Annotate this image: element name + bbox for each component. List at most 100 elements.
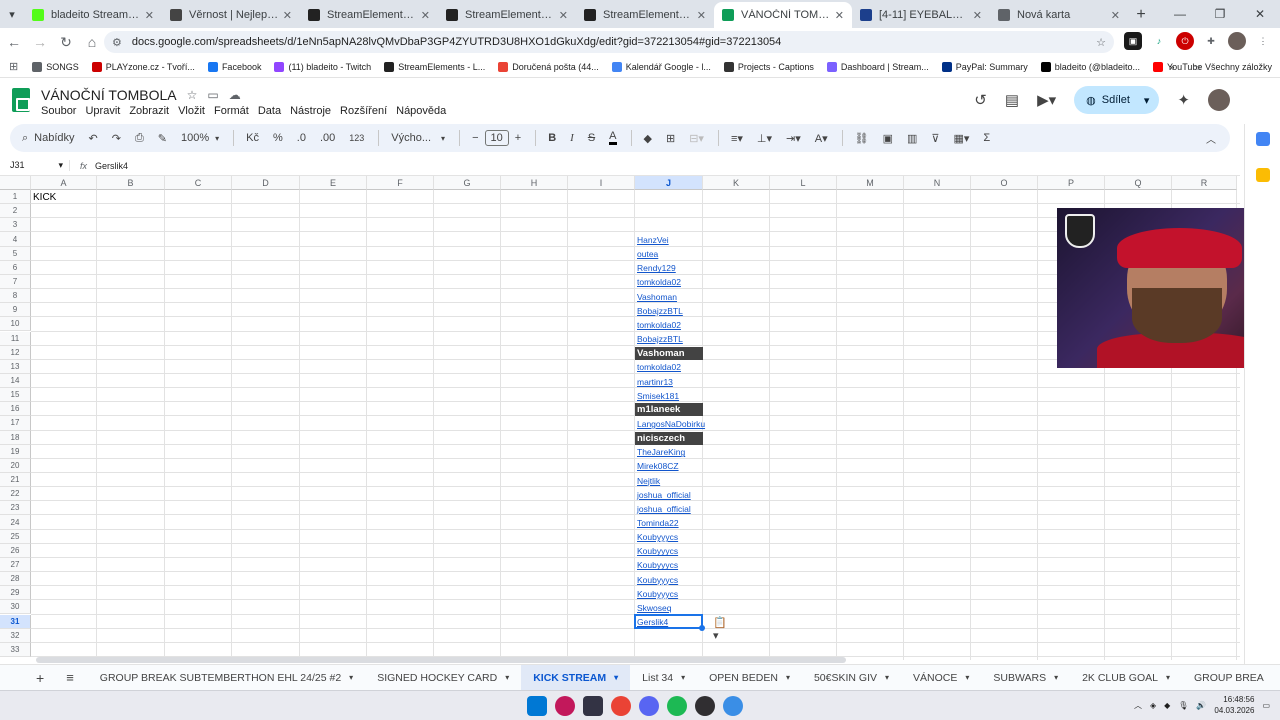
cell-j-entry[interactable]: Skwoseq — [635, 601, 672, 614]
row-header[interactable]: 31 — [0, 614, 31, 629]
maximize-icon[interactable]: ❐ — [1200, 0, 1240, 28]
browser-tab[interactable]: bladeito Stream - Watch l ✕ — [24, 2, 162, 28]
insert-link-icon[interactable]: ⛓ — [855, 132, 869, 145]
notifications-icon[interactable]: ▭ — [1262, 701, 1270, 710]
column-header[interactable]: R — [1172, 176, 1237, 190]
row-header[interactable]: 24 — [0, 515, 31, 530]
row-header[interactable]: 3 — [0, 218, 31, 233]
row-header[interactable]: 30 — [0, 600, 31, 615]
bookmark-star-icon[interactable]: ☆ — [1096, 36, 1106, 49]
font-select[interactable]: Výcho... ▾ — [391, 132, 445, 144]
row-header[interactable]: 5 — [0, 246, 31, 261]
cell-j-entry[interactable]: Koubyyycs — [635, 559, 678, 572]
paint-format-icon[interactable]: ✎ — [158, 132, 167, 145]
row-header[interactable]: 1 — [0, 190, 31, 205]
row-header[interactable]: 20 — [0, 458, 31, 473]
row-header[interactable]: 4 — [0, 232, 31, 247]
browser-tab[interactable]: StreamElements - bladeit ✕ — [576, 2, 714, 28]
column-header[interactable]: E — [300, 176, 367, 190]
bookmark-item[interactable]: Kalendář Google - l... — [611, 61, 711, 72]
row-header[interactable]: 9 — [0, 303, 31, 318]
cell-a1[interactable]: KICK — [31, 190, 56, 204]
sheet-tab[interactable]: 50€SKIN GIV ▾ — [802, 665, 901, 691]
chevron-down-icon[interactable]: ▾ — [885, 673, 889, 682]
discord-icon[interactable] — [639, 696, 659, 716]
user-avatar[interactable] — [1208, 89, 1230, 111]
font-size-input[interactable]: 10 — [484, 130, 509, 146]
column-header[interactable]: G — [434, 176, 501, 190]
cell-j-entry[interactable]: m1laneek — [635, 403, 703, 417]
horizontal-scrollbar[interactable] — [36, 657, 846, 663]
obs-icon[interactable] — [695, 696, 715, 716]
cell-j-entry[interactable]: Smisek181 — [635, 389, 679, 402]
fill-color-icon[interactable]: ◆ — [644, 132, 652, 145]
column-header[interactable]: Q — [1105, 176, 1172, 190]
bookmark-item[interactable]: PLAYzone.cz - Tvoří... — [91, 61, 195, 72]
document-title[interactable]: VÁNOČNÍ TOMBOLA — [41, 87, 177, 103]
sheet-tab[interactable]: SUBWARS ▾ — [981, 665, 1070, 691]
insert-comment-icon[interactable]: ▣ — [883, 132, 893, 145]
menu-item[interactable]: Formát — [214, 105, 249, 117]
row-header[interactable]: 32 — [0, 628, 31, 643]
column-header[interactable]: K — [703, 176, 770, 190]
row-header[interactable]: 6 — [0, 260, 31, 275]
search-menus[interactable]: ⌕ Nabídky — [22, 132, 75, 145]
chevron-down-icon[interactable]: ▾ — [349, 673, 353, 682]
paste-options-icon[interactable]: 📋 ▾ — [713, 616, 727, 642]
bookmark-item[interactable]: bladeito (@bladeito... — [1040, 61, 1140, 72]
row-header[interactable]: 33 — [0, 642, 31, 657]
cell-j-entry[interactable]: BobajzzBTL — [635, 304, 683, 317]
row-header[interactable]: 11 — [0, 331, 31, 346]
row-header[interactable]: 27 — [0, 557, 31, 573]
menu-item[interactable]: Zobrazit — [129, 105, 169, 117]
column-header[interactable]: M — [837, 176, 904, 190]
cell-j-entry[interactable]: TheJareKing — [635, 446, 685, 459]
menu-item[interactable]: Soubor — [41, 105, 76, 117]
minimize-icon[interactable]: — — [1160, 0, 1200, 28]
sheet-tab[interactable]: 2K CLUB GOAL ▾ — [1070, 665, 1182, 691]
add-sheet-icon[interactable]: + — [0, 665, 58, 691]
merge-cells-icon[interactable]: ⊟▾ — [689, 132, 704, 145]
calendar-icon[interactable] — [1256, 132, 1270, 146]
sheet-tab[interactable]: List 34 ▾ — [630, 665, 697, 691]
app-icon[interactable] — [555, 696, 575, 716]
cell-j-entry[interactable]: HanzVei — [635, 233, 669, 246]
sheets-logo-icon[interactable] — [12, 88, 30, 112]
more-bookmarks-icon[interactable]: » — [1169, 62, 1174, 72]
meet-camera-icon[interactable]: ▶▾ — [1037, 91, 1056, 109]
extension-icon[interactable]: ⏻ — [1176, 32, 1194, 50]
column-header[interactable]: O — [971, 176, 1038, 190]
row-header[interactable]: 22 — [0, 487, 31, 502]
scroll-tabs-left-icon[interactable]: ‹ — [1276, 665, 1280, 691]
cell-j-entry[interactable]: Koubyyycs — [635, 587, 678, 600]
row-header[interactable]: 12 — [0, 345, 31, 360]
close-tab-icon[interactable]: ✕ — [283, 9, 292, 22]
close-tab-icon[interactable]: ✕ — [145, 9, 154, 22]
cell-j-entry[interactable]: Vashoman — [635, 290, 677, 303]
menu-item[interactable]: Nástroje — [290, 105, 331, 117]
menu-item[interactable]: Nápověda — [396, 105, 446, 117]
text-wrap-icon[interactable]: ⇥▾ — [786, 132, 801, 145]
spotify-icon[interactable] — [667, 696, 687, 716]
bookmark-item[interactable]: StreamElements - L... — [384, 61, 485, 72]
close-tab-icon[interactable]: ✕ — [697, 9, 706, 22]
bookmark-item[interactable]: Doručená pošta (44... — [498, 61, 599, 72]
all-sheets-icon[interactable]: ≡ — [58, 665, 88, 691]
text-color-button[interactable]: A — [609, 131, 617, 145]
row-header[interactable]: 26 — [0, 543, 31, 558]
column-header[interactable]: C — [165, 176, 232, 190]
cell-j-entry[interactable]: joshua_official — [635, 488, 691, 501]
chevron-down-icon[interactable]: ▾ — [614, 673, 618, 682]
row-header[interactable]: 17 — [0, 416, 31, 431]
row-header[interactable]: 25 — [0, 529, 31, 544]
cell-j-entry[interactable]: Koubyyycs — [635, 545, 678, 558]
bookmark-item[interactable]: PayPal: Summary — [941, 61, 1028, 72]
undo-icon[interactable]: ↶ — [89, 132, 98, 145]
cell-j-entry[interactable]: Rendy129 — [635, 262, 676, 275]
extensions-puzzle-icon[interactable]: ✚ — [1202, 32, 1220, 50]
formula-input[interactable]: Gerslik4 — [95, 161, 128, 171]
column-header[interactable]: I — [568, 176, 635, 190]
cell-j-entry[interactable]: Mirek08CZ — [635, 460, 679, 473]
collapse-toolbar-icon[interactable]: ︿ — [1206, 131, 1216, 146]
column-header[interactable]: B — [97, 176, 165, 190]
